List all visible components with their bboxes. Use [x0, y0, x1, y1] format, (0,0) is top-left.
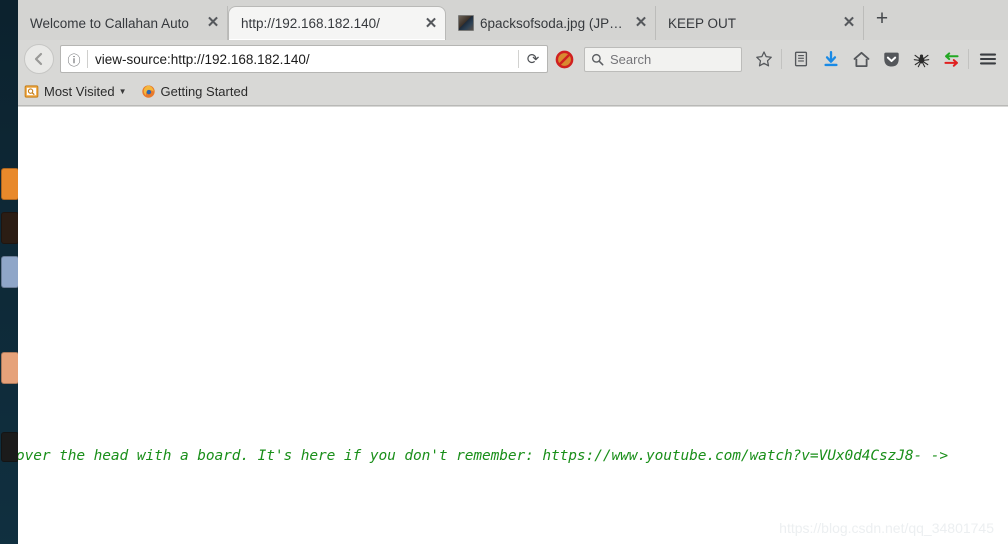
navigation-toolbar: ⓘ view-source:http://192.168.182.140/ ⟳ … [18, 40, 1008, 78]
library-icon[interactable] [787, 45, 815, 73]
bookmark-getting-started[interactable]: Getting Started [141, 84, 248, 99]
watermark: https://blog.csdn.net/qq_34801745 [779, 520, 994, 536]
arrows-icon[interactable] [937, 45, 965, 73]
hamburger-glyph [979, 53, 997, 65]
pocket-icon[interactable] [877, 45, 905, 73]
reload-icon[interactable]: ⟳ [519, 50, 547, 68]
back-button[interactable] [24, 44, 54, 74]
hamburger-menu-icon[interactable] [974, 45, 1002, 73]
tab-close-icon[interactable]: ✕ [841, 15, 857, 31]
chevron-down-icon: ▼ [118, 87, 127, 96]
toolbar-divider [781, 49, 782, 69]
bookmark-star-icon[interactable] [750, 45, 778, 73]
downloads-icon[interactable] [817, 45, 845, 73]
search-input[interactable]: Search [584, 46, 742, 72]
firefox-window: Welcome to Callahan Auto ✕ http://192.168.… [18, 0, 1008, 544]
urlbar-divider [87, 50, 88, 68]
tab-label: http://192.168.182.140/ [241, 16, 380, 31]
tab-close-icon[interactable]: ✕ [423, 16, 439, 32]
search-icon [591, 53, 604, 65]
unity-launcher[interactable] [0, 0, 19, 544]
identity-info-icon[interactable]: ⓘ [61, 50, 87, 69]
browser-tab[interactable]: 6packsofsoda.jpg (JPE…) ✕ [446, 6, 656, 40]
pocket-glyph [883, 52, 899, 67]
launcher-icon-unknown[interactable] [1, 432, 19, 462]
spider-icon[interactable] [907, 45, 935, 73]
url-bar[interactable]: ⓘ view-source:http://192.168.182.140/ ⟳ [60, 45, 548, 73]
arrows-glyph [943, 51, 959, 67]
launcher-icon-editor[interactable] [1, 256, 19, 288]
tab-label: Welcome to Callahan Auto [30, 15, 189, 31]
most-visited-icon [24, 85, 39, 98]
home-glyph [853, 51, 869, 67]
tab-close-icon[interactable]: ✕ [205, 15, 221, 31]
home-icon[interactable] [847, 45, 875, 73]
launcher-icon-settings[interactable] [1, 352, 19, 384]
new-tab-button[interactable]: + [868, 6, 896, 34]
bookmark-most-visited-label: Most Visited [44, 84, 115, 99]
bookmarks-toolbar: Most Visited ▼ Getting Started [18, 78, 1008, 106]
browser-tab[interactable]: Welcome to Callahan Auto ✕ [18, 6, 228, 40]
tab-strip: Welcome to Callahan Auto ✕ http://192.168.… [18, 6, 1008, 41]
tab-label: 6packsofsoda.jpg (JPE…) [480, 15, 625, 31]
star-glyph [756, 51, 772, 67]
search-placeholder: Search [610, 51, 652, 67]
spider-glyph [913, 53, 929, 67]
tab-label: KEEP OUT [668, 15, 737, 31]
view-source-content[interactable]: over the head with a board. It's here if… [18, 107, 1008, 544]
browser-tab[interactable]: KEEP OUT ✕ [656, 6, 864, 40]
toolbar-divider-2 [968, 49, 969, 69]
noscript-icon[interactable] [550, 45, 578, 73]
firefox-icon [141, 85, 155, 98]
bookmark-most-visited[interactable]: Most Visited ▼ [24, 84, 127, 99]
url-text[interactable]: view-source:http://192.168.182.140/ [95, 52, 518, 67]
download-arrow-glyph [824, 50, 838, 67]
bookmark-getting-started-label: Getting Started [160, 84, 248, 99]
launcher-icon-files[interactable] [1, 168, 19, 200]
browser-tab[interactable]: http://192.168.182.140/ ✕ [228, 6, 446, 40]
launcher-icon-terminal[interactable] [1, 212, 19, 244]
noscript-glyph [555, 50, 573, 68]
tab-favicon [458, 15, 474, 31]
html-comment-line: over the head with a board. It's here if… [18, 448, 949, 464]
tab-close-icon[interactable]: ✕ [633, 15, 649, 31]
back-arrow-icon [34, 52, 43, 66]
library-glyph [794, 51, 808, 67]
